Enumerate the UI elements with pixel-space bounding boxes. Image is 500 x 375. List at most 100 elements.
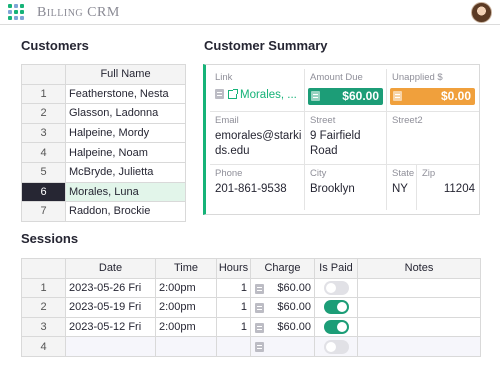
customer-row[interactable]: 2 Glasson, Ladonna bbox=[21, 103, 186, 124]
customer-name-cell[interactable]: Raddon, Brockie bbox=[65, 201, 186, 222]
phone-value: 201-861-9538 bbox=[215, 183, 287, 195]
customer-name-cell[interactable]: Morales, Luna bbox=[65, 181, 186, 203]
reference-icon bbox=[311, 91, 320, 101]
customer-row[interactable]: 4 Halpeine, Noam bbox=[21, 142, 186, 163]
amount-due-value: $60.00 bbox=[342, 89, 379, 103]
amount-due-field[interactable]: Amount Due $60.00 bbox=[305, 69, 387, 112]
unapplied-field[interactable]: Unapplied $ $0.00 bbox=[387, 69, 479, 112]
customer-row[interactable]: 7 Raddon, Brockie bbox=[21, 201, 186, 222]
row-number[interactable]: 1 bbox=[21, 83, 66, 105]
new-session-row[interactable]: 4 bbox=[21, 336, 481, 357]
column-header-hours[interactable]: Hours bbox=[216, 258, 251, 279]
customer-row[interactable]: 6 Morales, Luna bbox=[21, 181, 186, 203]
link-value[interactable]: Morales, ... bbox=[240, 89, 297, 101]
state-value: NY bbox=[392, 183, 408, 195]
customer-row[interactable]: 1 Featherstone, Nesta bbox=[21, 83, 186, 105]
row-number[interactable]: 7 bbox=[21, 201, 66, 222]
reference-icon bbox=[255, 303, 264, 314]
column-header-is-paid[interactable]: Is Paid bbox=[314, 258, 358, 279]
external-link-icon[interactable] bbox=[228, 89, 238, 99]
notes-cell[interactable] bbox=[357, 277, 481, 299]
row-number[interactable]: 1 bbox=[21, 277, 66, 299]
is-paid-cell[interactable] bbox=[314, 297, 358, 318]
is-paid-toggle[interactable] bbox=[323, 320, 349, 335]
app-title: Billing CRM bbox=[37, 5, 120, 20]
customer-name-cell[interactable]: McBryde, Julietta bbox=[65, 161, 186, 183]
hours-cell[interactable]: 1 bbox=[216, 316, 251, 338]
email-value: emorales@starkids.edu bbox=[215, 130, 302, 157]
is-paid-cell[interactable] bbox=[314, 316, 358, 338]
unapplied-label: Unapplied $ bbox=[392, 72, 443, 83]
row-number[interactable]: 2 bbox=[21, 297, 66, 318]
row-number[interactable]: 3 bbox=[21, 316, 66, 338]
date-cell[interactable] bbox=[65, 336, 156, 357]
grid-logo-icon[interactable] bbox=[8, 4, 25, 21]
reference-icon bbox=[255, 322, 264, 333]
row-number[interactable]: 4 bbox=[21, 336, 66, 357]
zip-field[interactable]: Zip 11204 bbox=[417, 165, 479, 210]
is-paid-cell[interactable] bbox=[314, 277, 358, 299]
hours-cell[interactable]: 1 bbox=[216, 297, 251, 318]
session-row[interactable]: 2 2023-05-19 Fri 2:00pm 1 $60.00 bbox=[21, 297, 481, 318]
is-paid-toggle[interactable] bbox=[323, 280, 349, 295]
street-label: Street bbox=[310, 115, 336, 126]
street2-field[interactable]: Street2 bbox=[387, 112, 479, 165]
reference-icon bbox=[255, 342, 264, 353]
charge-cell[interactable]: $60.00 bbox=[250, 297, 315, 318]
link-field[interactable]: Link Morales, ... bbox=[210, 69, 305, 112]
row-number[interactable]: 3 bbox=[21, 122, 66, 144]
top-bar: Billing CRM bbox=[0, 0, 500, 25]
city-field[interactable]: City Brooklyn bbox=[305, 165, 387, 210]
phone-label: Phone bbox=[215, 168, 243, 179]
time-cell[interactable]: 2:00pm bbox=[155, 316, 217, 338]
row-number[interactable]: 4 bbox=[21, 142, 66, 163]
date-cell[interactable]: 2023-05-12 Fri bbox=[65, 316, 156, 338]
is-paid-toggle[interactable] bbox=[323, 300, 349, 315]
charge-cell[interactable]: $60.00 bbox=[250, 316, 315, 338]
unapplied-value: $0.00 bbox=[440, 89, 471, 103]
row-number[interactable]: 2 bbox=[21, 103, 66, 124]
session-row[interactable]: 1 2023-05-26 Fri 2:00pm 1 $60.00 bbox=[21, 277, 481, 299]
phone-field[interactable]: Phone 201-861-9538 bbox=[210, 165, 305, 210]
time-cell[interactable]: 2:00pm bbox=[155, 277, 217, 299]
row-number-header[interactable] bbox=[21, 258, 66, 279]
customer-row[interactable]: 3 Halpeine, Mordy bbox=[21, 122, 186, 144]
hours-cell[interactable] bbox=[216, 336, 251, 357]
column-header-full-name[interactable]: Full Name bbox=[65, 64, 186, 85]
time-cell[interactable]: 2:00pm bbox=[155, 297, 217, 318]
zip-value: 11204 bbox=[443, 183, 475, 195]
customers-table: Full Name 1 Featherstone, Nesta 2 Glasson, … bbox=[21, 64, 186, 222]
row-number[interactable]: 5 bbox=[21, 161, 66, 183]
row-number-header[interactable] bbox=[21, 64, 66, 85]
customer-name-cell[interactable]: Halpeine, Mordy bbox=[65, 122, 186, 144]
time-cell[interactable] bbox=[155, 336, 217, 357]
column-header-charge[interactable]: Charge bbox=[250, 258, 315, 279]
customer-name-cell[interactable]: Halpeine, Noam bbox=[65, 142, 186, 163]
hours-cell[interactable]: 1 bbox=[216, 277, 251, 299]
sessions-title: Sessions bbox=[21, 231, 79, 246]
state-field[interactable]: State NY bbox=[387, 165, 417, 210]
is-paid-cell[interactable] bbox=[314, 336, 358, 357]
column-header-time[interactable]: Time bbox=[155, 258, 217, 279]
customer-name-cell[interactable]: Featherstone, Nesta bbox=[65, 83, 186, 105]
notes-cell[interactable] bbox=[357, 297, 481, 318]
date-cell[interactable]: 2023-05-26 Fri bbox=[65, 277, 156, 299]
is-paid-toggle[interactable] bbox=[323, 339, 349, 354]
customer-row[interactable]: 5 McBryde, Julietta bbox=[21, 161, 186, 183]
customer-summary-card: Link Morales, ... Amount Due $60.00 Unap… bbox=[203, 64, 480, 215]
amount-due-chip: $60.00 bbox=[308, 88, 383, 105]
date-cell[interactable]: 2023-05-19 Fri bbox=[65, 297, 156, 318]
column-header-notes[interactable]: Notes bbox=[357, 258, 481, 279]
charge-cell[interactable] bbox=[250, 336, 315, 357]
street-field[interactable]: Street 9 Fairfield Road bbox=[305, 112, 387, 165]
customer-name-cell[interactable]: Glasson, Ladonna bbox=[65, 103, 186, 124]
email-field[interactable]: Email emorales@starkids.edu bbox=[210, 112, 305, 165]
notes-cell[interactable] bbox=[357, 336, 481, 357]
row-number[interactable]: 6 bbox=[21, 181, 66, 203]
session-row[interactable]: 3 2023-05-12 Fri 2:00pm 1 $60.00 bbox=[21, 316, 481, 338]
charge-cell[interactable]: $60.00 bbox=[250, 277, 315, 299]
user-avatar[interactable] bbox=[471, 2, 492, 23]
notes-cell[interactable] bbox=[357, 316, 481, 338]
column-header-date[interactable]: Date bbox=[65, 258, 156, 279]
street2-label: Street2 bbox=[392, 115, 423, 126]
